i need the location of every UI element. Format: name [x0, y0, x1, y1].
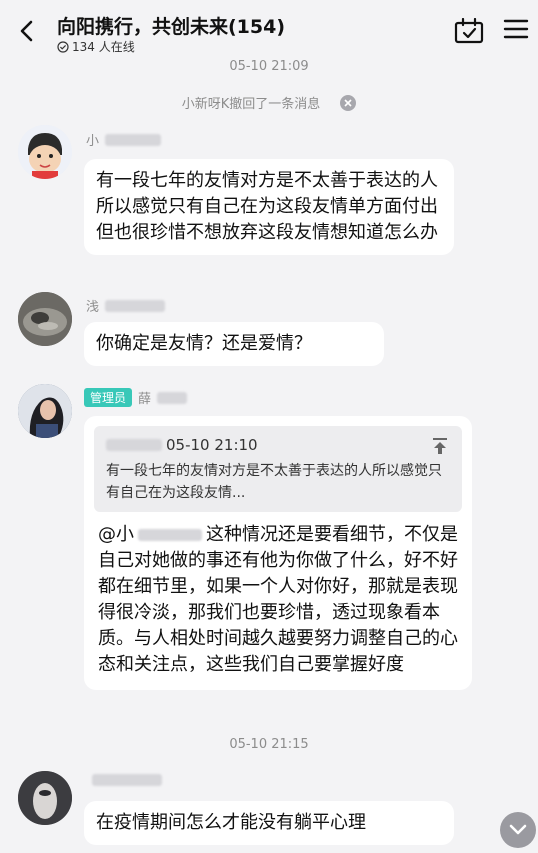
quoted-reply-text: 有一段七年的友情对方是不太善于表达的人所以感觉只有自己在为这段友情...: [106, 463, 442, 501]
message-text: 在疫情期间怎么才能没有躺平心理: [96, 812, 366, 833]
message-bubble[interactable]: 05-10 21:10 有一段七年的友情对方是不太善于表达的人所以感觉只有自己在…: [84, 416, 472, 690]
blurred-name: [138, 529, 202, 541]
message-text: 你确定是友情？还是爱情？: [96, 333, 312, 354]
sender-name-text: 小: [86, 134, 100, 149]
avatar[interactable]: [18, 384, 72, 438]
scroll-to-bottom-button[interactable]: [500, 812, 536, 848]
sender-name-text: 浅: [86, 300, 100, 315]
mention[interactable]: @小: [98, 522, 206, 548]
admin-badge: 管理员: [84, 388, 133, 407]
sender-name: [86, 774, 162, 786]
chat-header: 向阳携行，共创未来(154) 134 人在线: [0, 0, 538, 58]
timestamp: 05-10 21:15: [229, 737, 309, 752]
message-bubble[interactable]: 你确定是友情？还是爱情？: [84, 322, 384, 366]
sender-name: 管理员 薛: [84, 388, 188, 407]
quoted-reply-time: 05-10 21:10: [166, 436, 258, 454]
menu-button[interactable]: [503, 18, 531, 44]
timestamp: 05-10 21:09: [229, 59, 309, 74]
sender-name: 小: [86, 130, 162, 149]
cartoon-avatar-icon: [18, 125, 72, 179]
message-bubble[interactable]: 在疫情期间怎么才能没有躺平心理: [84, 801, 454, 845]
dismiss-notice-button[interactable]: [340, 94, 357, 111]
pin-top-icon[interactable]: [430, 436, 450, 456]
recall-notice-text: 小新呀K撤回了一条消息: [181, 97, 321, 112]
online-count: 134 人在线: [72, 40, 135, 54]
blurred-name: [106, 439, 162, 451]
blurred-name: [105, 299, 166, 312]
close-icon: [344, 98, 352, 107]
photo-avatar-icon: [18, 384, 72, 438]
photo-avatar-icon: [18, 771, 72, 825]
group-title: 向阳携行，共创未来(154): [57, 16, 286, 38]
message-bubble[interactable]: 有一段七年的友情对方是不太善于表达的人所以感觉只有自己在为这段友情单方面付出但也…: [84, 159, 454, 255]
message-text: 有一段七年的友情对方是不太善于表达的人所以感觉只有自己在为这段友情单方面付出但也…: [96, 170, 438, 243]
recall-notice: 小新呀K撤回了一条消息: [0, 93, 538, 112]
blurred-name: [157, 391, 188, 404]
check-circle-icon: [57, 40, 69, 53]
calendar-button[interactable]: [454, 17, 484, 44]
message-body: @小 这种情况还是要看细节，不仅是自己对她做的事还有他为你做了什么，好不好都在细…: [94, 522, 462, 678]
hamburger-menu-icon: [503, 19, 529, 39]
blurred-name: [92, 774, 162, 786]
quoted-reply-header: 05-10 21:10: [106, 434, 450, 456]
chevron-down-icon: [509, 824, 527, 835]
calendar-check-icon: [454, 17, 484, 44]
quoted-reply[interactable]: 05-10 21:10 有一段七年的友情对方是不太善于表达的人所以感觉只有自己在…: [94, 426, 462, 512]
sender-name-text: 薛: [138, 392, 152, 407]
online-status: 134 人在线: [57, 38, 135, 55]
avatar[interactable]: [18, 292, 72, 346]
photo-avatar-icon: [18, 292, 72, 346]
blurred-name: [105, 133, 162, 146]
back-arrow-icon: [20, 20, 33, 42]
back-button[interactable]: [10, 14, 44, 48]
avatar[interactable]: [18, 771, 72, 825]
avatar[interactable]: [18, 125, 72, 179]
mention-text: @小: [98, 524, 134, 545]
sender-name: 浅: [86, 296, 166, 315]
chat-screen: 向阳携行，共创未来(154) 134 人在线 05-10 21:09 小新呀K撤…: [0, 0, 538, 853]
